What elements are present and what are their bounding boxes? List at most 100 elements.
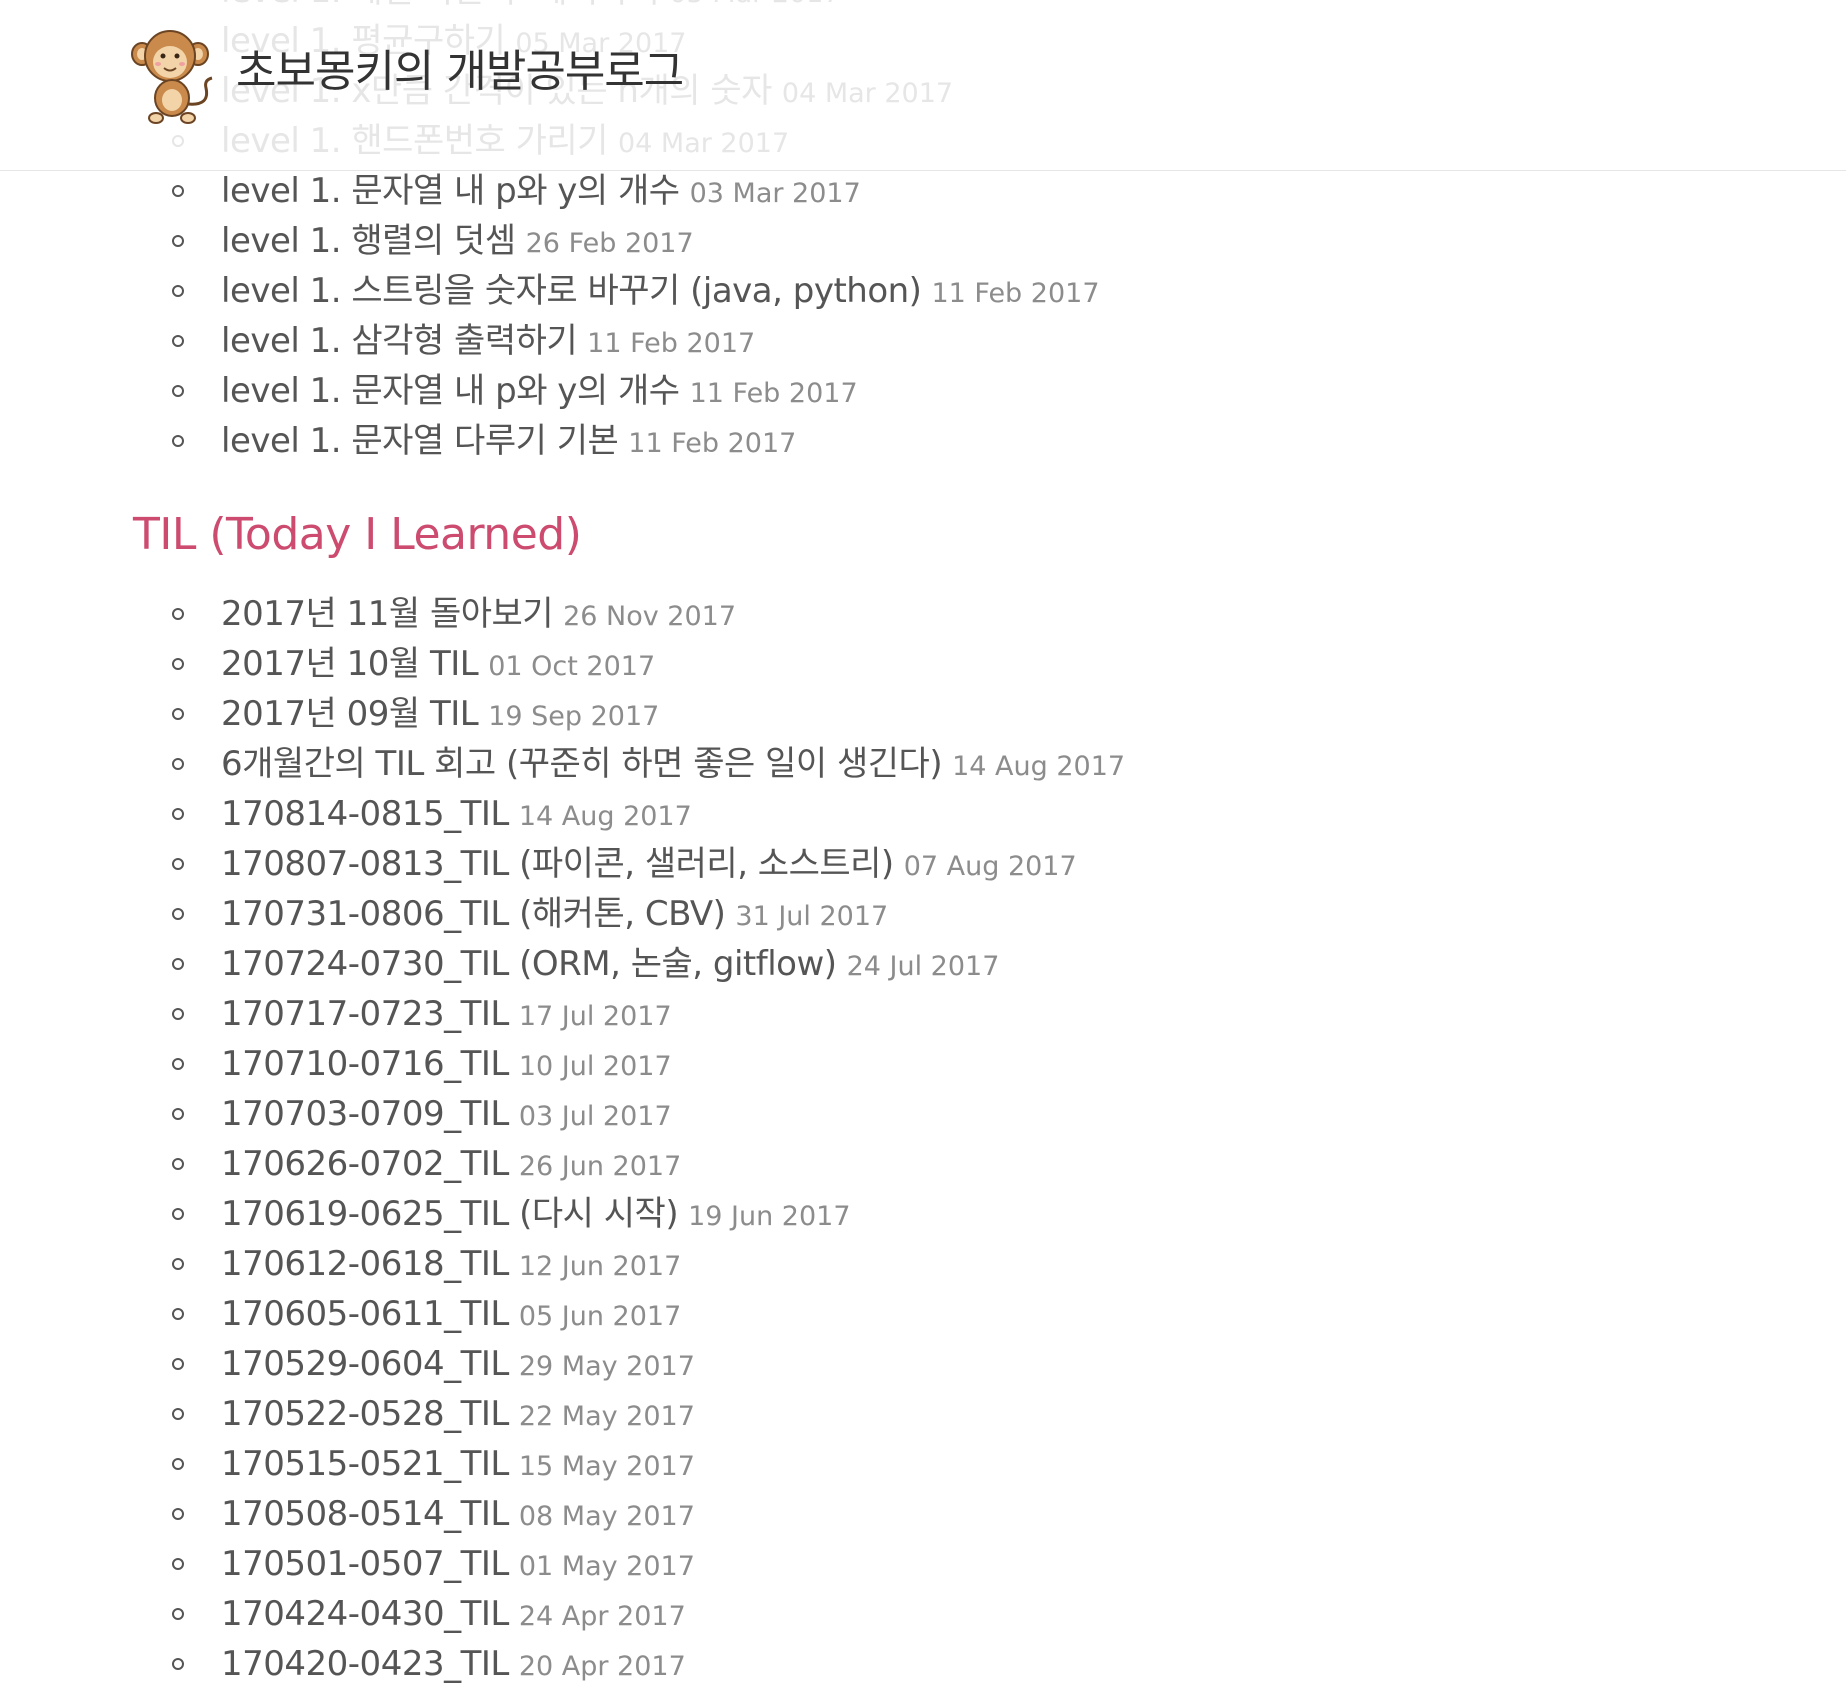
post-title-link[interactable]: 170508-0514_TIL bbox=[221, 1494, 509, 1534]
post-date: 05 Jun 2017 bbox=[518, 1301, 682, 1332]
post-list-item: 170529-0604_TIL 29 May 2017 bbox=[0, 1339, 1125, 1389]
post-list-item: 170619-0625_TIL (다시 시작) 19 Jun 2017 bbox=[0, 1189, 1125, 1239]
post-list-item: 170605-0611_TIL 05 Jun 2017 bbox=[0, 1289, 1125, 1339]
post-date: 01 Oct 2017 bbox=[488, 651, 656, 682]
post-list-item: level 1. 삼각형 출력하기 11 Feb 2017 bbox=[0, 316, 1100, 366]
til-post-list: 2017년 11월 돌아보기 26 Nov 2017 2017년 10월 TIL 01… bbox=[0, 589, 1125, 1689]
list-bullet-icon bbox=[172, 908, 184, 920]
post-date: 15 May 2017 bbox=[518, 1451, 695, 1482]
post-list-item: 170420-0423_TIL 20 Apr 2017 bbox=[0, 1639, 1125, 1689]
post-list-item: level 1. 스트링을 숫자로 바꾸기 (java, python) 11 F… bbox=[0, 266, 1100, 316]
post-date: 14 Aug 2017 bbox=[952, 751, 1126, 782]
list-bullet-icon bbox=[172, 1458, 184, 1470]
post-date: 12 Jun 2017 bbox=[518, 1251, 682, 1282]
post-date: 26 Jun 2017 bbox=[518, 1151, 682, 1182]
post-date: 29 May 2017 bbox=[518, 1351, 695, 1382]
post-title-link[interactable]: 170703-0709_TIL bbox=[221, 1094, 509, 1134]
post-title-link[interactable]: 170717-0723_TIL bbox=[221, 994, 509, 1034]
post-list-item: 170731-0806_TIL (해커톤, CBV) 31 Jul 2017 bbox=[0, 889, 1125, 939]
list-bullet-icon bbox=[172, 1558, 184, 1570]
til-section-heading: TIL (Today I Learned) bbox=[133, 509, 582, 560]
post-title-link[interactable]: 170424-0430_TIL bbox=[221, 1594, 509, 1634]
post-title-link[interactable]: 170612-0618_TIL bbox=[221, 1244, 509, 1284]
list-bullet-icon bbox=[172, 385, 184, 397]
post-date: 20 Apr 2017 bbox=[518, 1651, 686, 1682]
post-date: 07 Aug 2017 bbox=[903, 851, 1077, 882]
post-date: 01 May 2017 bbox=[518, 1551, 695, 1582]
list-bullet-icon bbox=[172, 1258, 184, 1270]
list-bullet-icon bbox=[172, 658, 184, 670]
post-date: 10 Jul 2017 bbox=[518, 1051, 672, 1082]
list-bullet-icon bbox=[172, 1608, 184, 1620]
post-list-item: 2017년 11월 돌아보기 26 Nov 2017 bbox=[0, 589, 1125, 639]
list-bullet-icon bbox=[172, 608, 184, 620]
post-title-link[interactable]: 170731-0806_TIL (해커톤, CBV) bbox=[221, 894, 726, 934]
post-list-item: 170612-0618_TIL 12 Jun 2017 bbox=[0, 1239, 1125, 1289]
list-bullet-icon bbox=[172, 708, 184, 720]
post-list-item: 170807-0813_TIL (파이콘, 샐러리, 소스트리) 07 Aug 2… bbox=[0, 839, 1125, 889]
post-list-item: 2017년 10월 TIL 01 Oct 2017 bbox=[0, 639, 1125, 689]
post-title-link[interactable]: level 1. 문자열 내 p와 y의 개수 bbox=[221, 171, 680, 211]
post-title-link[interactable]: level 1. 문자열 다루기 기본 bbox=[221, 421, 619, 461]
list-bullet-icon bbox=[172, 235, 184, 247]
list-bullet-icon bbox=[172, 285, 184, 297]
post-date: 26 Feb 2017 bbox=[525, 228, 694, 259]
list-bullet-icon bbox=[172, 758, 184, 770]
post-date: 11 Feb 2017 bbox=[587, 328, 756, 359]
post-title-link[interactable]: 170420-0423_TIL bbox=[221, 1644, 509, 1684]
post-title-link[interactable]: 170814-0815_TIL bbox=[221, 794, 509, 834]
post-list-item: 170522-0528_TIL 22 May 2017 bbox=[0, 1389, 1125, 1439]
post-title-link[interactable]: level 1. 스트링을 숫자로 바꾸기 (java, python) bbox=[221, 271, 922, 311]
post-date: 19 Jun 2017 bbox=[688, 1201, 851, 1232]
list-bullet-icon bbox=[172, 185, 184, 197]
post-date: 03 Jul 2017 bbox=[518, 1101, 672, 1132]
post-list-item: 170515-0521_TIL 15 May 2017 bbox=[0, 1439, 1125, 1489]
list-bullet-icon bbox=[172, 1358, 184, 1370]
post-title-link[interactable]: 2017년 09월 TIL bbox=[221, 694, 479, 734]
post-title-link[interactable]: 170619-0625_TIL (다시 시작) bbox=[221, 1194, 679, 1234]
post-title-link[interactable]: 170807-0813_TIL (파이콘, 샐러리, 소스트리) bbox=[221, 844, 894, 884]
post-title-link[interactable]: level 1. 행렬의 덧셈 bbox=[221, 221, 516, 261]
list-bullet-icon bbox=[172, 1158, 184, 1170]
list-bullet-icon bbox=[172, 808, 184, 820]
post-title-link[interactable]: level 1. 삼각형 출력하기 bbox=[221, 321, 578, 361]
list-bullet-icon bbox=[172, 958, 184, 970]
post-title-link[interactable]: 6개월간의 TIL 회고 (꾸준히 하면 좋은 일이 생긴다) bbox=[221, 744, 943, 784]
list-bullet-icon bbox=[172, 1008, 184, 1020]
post-list-item: 2017년 09월 TIL 19 Sep 2017 bbox=[0, 689, 1125, 739]
post-list-item: level 1. 문자열 다루기 기본 11 Feb 2017 bbox=[0, 416, 1100, 466]
post-title-link[interactable]: 2017년 11월 돌아보기 bbox=[221, 594, 554, 634]
post-title-link[interactable]: 170515-0521_TIL bbox=[221, 1444, 509, 1484]
post-list-item: 170710-0716_TIL 10 Jul 2017 bbox=[0, 1039, 1125, 1089]
list-bullet-icon bbox=[172, 1408, 184, 1420]
post-title-link[interactable]: 170605-0611_TIL bbox=[221, 1294, 509, 1334]
site-header: 초보몽키의 개발공부로그 bbox=[0, 0, 1846, 171]
post-title-link[interactable]: 2017년 10월 TIL bbox=[221, 644, 479, 684]
post-title-link[interactable]: 170724-0730_TIL (ORM, 논술, gitflow) bbox=[221, 944, 837, 984]
post-list-item: 170814-0815_TIL 14 Aug 2017 bbox=[0, 789, 1125, 839]
post-list-item: 170717-0723_TIL 17 Jul 2017 bbox=[0, 989, 1125, 1039]
post-date: 24 Jul 2017 bbox=[846, 951, 1000, 982]
post-title-link[interactable]: 170501-0507_TIL bbox=[221, 1544, 509, 1584]
list-bullet-icon bbox=[172, 435, 184, 447]
list-bullet-icon bbox=[172, 335, 184, 347]
post-date: 08 May 2017 bbox=[518, 1501, 695, 1532]
post-title-link[interactable]: 170626-0702_TIL bbox=[221, 1144, 509, 1184]
post-title-link[interactable]: 170710-0716_TIL bbox=[221, 1044, 509, 1084]
post-date: 11 Feb 2017 bbox=[931, 278, 1100, 309]
post-list-item: level 1. 행렬의 덧셈 26 Feb 2017 bbox=[0, 216, 1100, 266]
list-bullet-icon bbox=[172, 858, 184, 870]
post-list-item: 170508-0514_TIL 08 May 2017 bbox=[0, 1489, 1125, 1539]
list-bullet-icon bbox=[172, 1108, 184, 1120]
post-title-link[interactable]: 170529-0604_TIL bbox=[221, 1344, 509, 1384]
site-title-link[interactable]: 초보몽키의 개발공부로그 bbox=[236, 42, 684, 102]
monkey-logo-icon[interactable] bbox=[130, 28, 220, 126]
post-title-link[interactable]: 170522-0528_TIL bbox=[221, 1394, 509, 1434]
post-list-item: 170424-0430_TIL 24 Apr 2017 bbox=[0, 1589, 1125, 1639]
post-date: 26 Nov 2017 bbox=[563, 601, 737, 632]
post-date: 14 Aug 2017 bbox=[518, 801, 692, 832]
list-bullet-icon bbox=[172, 1058, 184, 1070]
post-list-item: level 1. 문자열 내 p와 y의 개수 11 Feb 2017 bbox=[0, 366, 1100, 416]
post-date: 19 Sep 2017 bbox=[488, 701, 660, 732]
post-title-link[interactable]: level 1. 문자열 내 p와 y의 개수 bbox=[221, 371, 680, 411]
